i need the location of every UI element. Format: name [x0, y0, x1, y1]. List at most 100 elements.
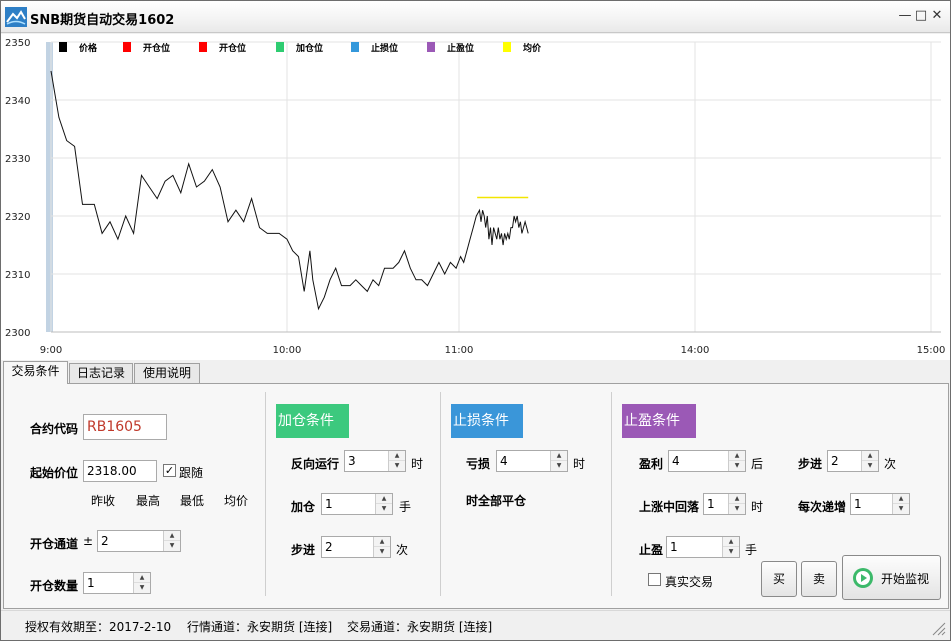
stepper-up-icon[interactable]: ▲ [729, 494, 745, 504]
stepper-up-icon[interactable]: ▲ [862, 451, 878, 461]
tp-step-stepper[interactable]: 2 ▲ ▼ [827, 450, 879, 472]
add-position-header: 加仓条件 [276, 404, 349, 438]
tp-qty-label: 止盈 [639, 543, 664, 557]
legend-swatch [276, 42, 284, 52]
add-step-stepper[interactable]: 2 ▲ ▼ [321, 536, 391, 558]
add-qty-stepper[interactable]: 1 ▲ ▼ [321, 493, 393, 515]
tp-qty-unit: 手 [745, 543, 758, 557]
stepper-down-icon[interactable]: ▼ [376, 504, 392, 514]
open-channel-stepper[interactable]: 2 ▲ ▼ [97, 530, 181, 552]
trade-channel-status: 交易通道：永安期货 [连接] [347, 620, 493, 634]
legend-swatch [199, 42, 207, 52]
legend-label: 加仓位 [295, 42, 323, 54]
tp-qty-stepper[interactable]: 1 ▲ ▼ [666, 536, 740, 558]
open-qty-value: 1 [87, 576, 95, 590]
trade-conditions-panel: 合约代码 RB1605 起始价位 2318.00 ✓ 跟随 昨收 最高 最低 均… [3, 383, 949, 609]
loss-label: 亏损 [466, 457, 491, 471]
price-ref-low[interactable]: 最低 [180, 492, 204, 509]
price-ref-prev-close[interactable]: 昨收 [91, 492, 115, 509]
pullback-stepper[interactable]: 1 ▲ ▼ [703, 493, 746, 515]
start-monitor-label: 开始监视 [881, 572, 930, 586]
stepper-up-icon[interactable]: ▲ [729, 451, 745, 461]
close-all-text: 时全部平仓 [466, 494, 527, 508]
tab-trade-conditions[interactable]: 交易条件 [3, 361, 68, 384]
y-tick-label: 2300 [5, 328, 30, 339]
legend-label: 开仓位 [143, 42, 170, 54]
stepper-up-icon[interactable]: ▲ [551, 451, 567, 461]
profit-value: 4 [672, 454, 680, 468]
tp-step-label: 步进 [798, 457, 823, 471]
profit-stepper[interactable]: 4 ▲ ▼ [668, 450, 746, 472]
loss-value: 4 [500, 454, 508, 468]
stepper-up-icon[interactable]: ▲ [723, 537, 739, 547]
market-channel-status: 行情通道：永安期货 [连接] [187, 620, 333, 634]
stepper-down-icon[interactable]: ▼ [551, 461, 567, 471]
follow-checkbox[interactable]: ✓ [163, 464, 176, 477]
legend-label: 止盈位 [447, 42, 474, 54]
price-chart: 2350 2340 2330 2320 2310 2300 9:00 10:00 11:00 14… [1, 34, 950, 360]
tab-log[interactable]: 日志记录 [69, 363, 133, 383]
app-logo-icon [5, 7, 27, 27]
close-button[interactable]: ✕ [930, 9, 944, 23]
maximize-button[interactable]: □ [914, 9, 928, 23]
open-channel-value: 2 [101, 534, 109, 548]
take-profit-header: 止盈条件 [622, 404, 696, 438]
minimize-button[interactable]: — [898, 9, 912, 23]
stepper-down-icon[interactable]: ▼ [723, 547, 739, 557]
resize-grip-icon[interactable] [932, 622, 946, 636]
stepper-up-icon[interactable]: ▲ [389, 451, 405, 461]
y-tick-label: 2350 [5, 38, 30, 49]
stepper-up-icon[interactable]: ▲ [374, 537, 390, 547]
increment-stepper[interactable]: 1 ▲ ▼ [850, 493, 910, 515]
start-price-input[interactable]: 2318.00 [83, 460, 157, 482]
real-trade-checkbox[interactable] [648, 573, 661, 586]
open-qty-stepper[interactable]: 1 ▲ ▼ [83, 572, 151, 594]
stepper-up-icon[interactable]: ▲ [893, 494, 909, 504]
tab-help[interactable]: 使用说明 [134, 363, 200, 383]
stepper-down-icon[interactable]: ▼ [729, 461, 745, 471]
stepper-up-icon[interactable]: ▲ [134, 573, 150, 583]
start-monitor-button[interactable]: 开始监视 [842, 555, 941, 600]
legend-label: 价格 [79, 42, 98, 54]
stepper-down-icon[interactable]: ▼ [164, 541, 180, 551]
loss-unit: 时 [573, 457, 586, 471]
stepper-down-icon[interactable]: ▼ [862, 461, 878, 471]
stepper-down-icon[interactable]: ▼ [729, 504, 745, 514]
price-line [50, 70, 529, 311]
reverse-run-unit: 时 [411, 457, 424, 471]
loss-stepper[interactable]: 4 ▲ ▼ [496, 450, 568, 472]
add-qty-label: 加仓 [291, 500, 316, 514]
buy-button[interactable]: 买 [761, 561, 797, 597]
column-divider [611, 392, 612, 596]
stepper-down-icon[interactable]: ▼ [389, 461, 405, 471]
x-tick-label: 14:00 [681, 345, 710, 356]
legend-label: 均价 [523, 42, 542, 54]
plus-minus-sign: ± [83, 534, 94, 548]
pullback-label: 上涨中回落 [639, 500, 700, 514]
price-ref-high[interactable]: 最高 [136, 492, 160, 509]
reverse-run-label: 反向运行 [291, 457, 340, 471]
y-tick-label: 2340 [5, 96, 30, 107]
x-tick-label: 11:00 [445, 345, 474, 356]
play-icon [853, 568, 873, 588]
tp-step-unit: 次 [884, 457, 897, 471]
y-tick-label: 2320 [5, 212, 30, 223]
stepper-up-icon[interactable]: ▲ [376, 494, 392, 504]
stepper-down-icon[interactable]: ▼ [374, 547, 390, 557]
window-title: SNB期货自动交易1602 [30, 13, 175, 28]
open-qty-label: 开仓数量 [30, 579, 79, 593]
stepper-down-icon[interactable]: ▼ [134, 583, 150, 593]
legend-swatch [59, 42, 67, 52]
increment-label: 每次递增 [798, 500, 847, 514]
stepper-down-icon[interactable]: ▼ [893, 504, 909, 514]
x-tick-label: 15:00 [917, 345, 946, 356]
add-step-unit: 次 [396, 543, 409, 557]
price-ref-avg[interactable]: 均价 [224, 492, 248, 509]
column-divider [440, 392, 441, 596]
contract-input[interactable]: RB1605 [83, 414, 167, 440]
sell-button[interactable]: 卖 [801, 561, 837, 597]
y-tick-label: 2310 [5, 270, 30, 281]
reverse-run-stepper[interactable]: 3 ▲ ▼ [344, 450, 406, 472]
column-divider [265, 392, 266, 596]
stepper-up-icon[interactable]: ▲ [164, 531, 180, 541]
